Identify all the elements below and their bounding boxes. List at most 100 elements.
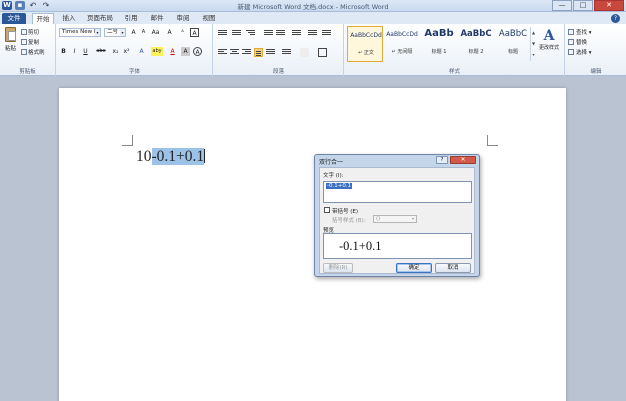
editing-group-label: 编辑 (590, 69, 602, 75)
chevron-down-icon: ▾ (411, 216, 414, 221)
minimize-button[interactable]: — (552, 0, 572, 11)
align-left-icon[interactable] (218, 48, 227, 57)
clipboard-group-label: 剪贴板 (19, 69, 36, 75)
find-button[interactable]: 查找 ▾ (568, 28, 592, 36)
dialog-body: 文字 (I): -0.1+0.1 带括号 (E) 括号样式 (B): () ▾ … (319, 167, 475, 274)
paste-label: 粘贴 (4, 46, 16, 52)
italic-button[interactable]: I (70, 47, 79, 56)
chevron-down-icon: ▾ (120, 29, 125, 36)
preview-box: -0.1+0.1 (323, 233, 472, 259)
font-name-select[interactable]: Times New R ▾ (59, 28, 101, 37)
justify-icon[interactable] (254, 48, 263, 57)
bold-button[interactable]: B (59, 47, 68, 56)
ribbon: 粘贴 剪切 复制 格式刷 剪贴板 Times New R ▾ 二号 ▾ A A Aa… (0, 24, 626, 76)
decrease-indent-icon[interactable] (264, 29, 273, 38)
align-right-icon[interactable] (242, 48, 251, 57)
subscript-button[interactable]: x₂ (111, 47, 120, 56)
ok-button[interactable]: 确定 (396, 263, 432, 273)
ribbon-tabs: 文件 开始 插入 页面布局 引用 邮件 审阅 视图 ? (0, 12, 626, 24)
dialog-help-button[interactable]: ? (436, 156, 448, 164)
document-text[interactable]: 10-0.1+0.1 (136, 148, 206, 165)
help-icon[interactable]: ? (611, 14, 620, 23)
styles-scroll[interactable]: ▲ ▼ ▾ (530, 27, 536, 61)
combine-lines-dialog: 双行合一 ? ✕ 文字 (I): -0.1+0.1 带括号 (E) 括号样式 (… (314, 154, 480, 277)
tab-references[interactable]: 引用 (120, 13, 142, 24)
char-border-button[interactable]: A (190, 28, 199, 37)
window-controls: — □ ✕ (552, 0, 624, 11)
grow-font-button[interactable]: A (129, 28, 138, 37)
styles-gallery: AaBbCcDd ↵ 正文 AaBbCcDd ↵ 无间隔 AaBb 标题 1 A… (347, 26, 533, 63)
bullets-icon[interactable] (218, 29, 227, 38)
replace-button[interactable]: 替换 (568, 38, 587, 46)
font-color-button[interactable]: A (168, 47, 177, 56)
text-field-value: -0.1+0.1 (326, 183, 353, 189)
maximize-button[interactable]: □ (573, 0, 593, 11)
highlight-button[interactable]: aby (151, 47, 163, 56)
bracket-style-label: 括号样式 (B): (332, 218, 366, 224)
shading-icon[interactable] (300, 48, 309, 57)
tab-page-layout[interactable]: 页面布局 (84, 13, 116, 24)
font-group: Times New R ▾ 二号 ▾ A A Aa A ᴬ A B I U abe … (57, 24, 213, 76)
close-window-button[interactable]: ✕ (594, 0, 624, 11)
bracket-style-select[interactable]: () ▾ (373, 215, 417, 223)
copy-button[interactable]: 复制 (21, 38, 39, 46)
superscript-button[interactable]: x² (122, 47, 131, 56)
chinese-layout-icon[interactable] (292, 29, 301, 38)
bracket-checkbox-label: 带括号 (E) (332, 209, 359, 215)
document-page[interactable]: 10-0.1+0.1 (59, 88, 566, 401)
replace-icon (568, 39, 574, 45)
tab-review[interactable]: 审阅 (172, 13, 194, 24)
dialog-title: 双行合一 (319, 159, 344, 166)
text-cursor (204, 149, 206, 163)
tab-insert[interactable]: 插入 (58, 13, 80, 24)
underline-button[interactable]: U (81, 47, 90, 56)
crop-mark (487, 135, 498, 146)
dialog-close-button[interactable]: ✕ (450, 156, 476, 164)
cancel-button[interactable]: 取消 (435, 263, 471, 273)
binoculars-icon (568, 29, 574, 35)
text-field[interactable]: -0.1+0.1 (323, 181, 472, 203)
borders-icon[interactable] (318, 48, 327, 57)
numbering-icon[interactable] (232, 29, 241, 38)
clipboard-group: 粘贴 剪切 复制 格式刷 剪贴板 (0, 24, 56, 76)
styles-group-label: 样式 (448, 69, 460, 75)
brush-icon (21, 49, 27, 55)
change-styles-icon: A (543, 28, 555, 44)
line-spacing-icon[interactable] (282, 48, 291, 57)
bracket-checkbox[interactable] (324, 207, 330, 213)
enclose-char-button[interactable]: A (193, 47, 202, 56)
tab-home[interactable]: 开始 (32, 13, 54, 24)
char-shading-button[interactable]: A (181, 47, 190, 56)
distributed-icon[interactable] (266, 48, 275, 57)
cut-button[interactable]: 剪切 (21, 28, 39, 36)
increase-indent-icon[interactable] (276, 29, 285, 38)
paste-button[interactable]: 粘贴 (3, 27, 18, 57)
scissors-icon (21, 29, 27, 35)
style-normal[interactable]: AaBbCcDd ↵ 正文 (347, 26, 383, 62)
show-marks-icon[interactable] (322, 29, 331, 38)
style-no-spacing[interactable]: AaBbCcDd ↵ 无间隔 (384, 26, 420, 62)
change-styles-button[interactable]: A 更改样式 (537, 28, 561, 62)
strikethrough-button[interactable]: abe (95, 47, 107, 56)
tab-mailings[interactable]: 邮件 (146, 13, 168, 24)
style-heading-2[interactable]: AaBbC 标题 2 (458, 26, 494, 62)
paragraph-group-label: 段落 (272, 69, 284, 75)
shrink-font-button[interactable]: A (139, 28, 148, 37)
remove-button[interactable]: 删除(R) (323, 263, 353, 273)
select-button[interactable]: 选择 ▾ (568, 48, 592, 56)
style-heading-1[interactable]: AaBb 标题 1 (421, 26, 457, 62)
format-painter-button[interactable]: 格式刷 (21, 48, 45, 56)
window-title: 新建 Microsoft Word 文档.docx - Microsoft Wo… (237, 3, 389, 11)
change-case-button[interactable]: Aa (151, 28, 160, 37)
tab-view[interactable]: 视图 (198, 13, 220, 24)
font-size-select[interactable]: 二号 ▾ (104, 28, 126, 37)
align-center-icon[interactable] (230, 48, 239, 57)
copy-icon (21, 39, 27, 45)
text-effects-button[interactable]: A (137, 47, 146, 56)
style-title[interactable]: AaBbC 标题 (495, 26, 531, 62)
multilevel-list-icon[interactable] (246, 29, 255, 38)
sort-icon[interactable] (308, 29, 317, 38)
tab-file[interactable]: 文件 (2, 13, 26, 24)
clear-format-button[interactable]: A (165, 28, 174, 37)
phonetic-guide-button[interactable]: ᴬ (178, 28, 187, 37)
